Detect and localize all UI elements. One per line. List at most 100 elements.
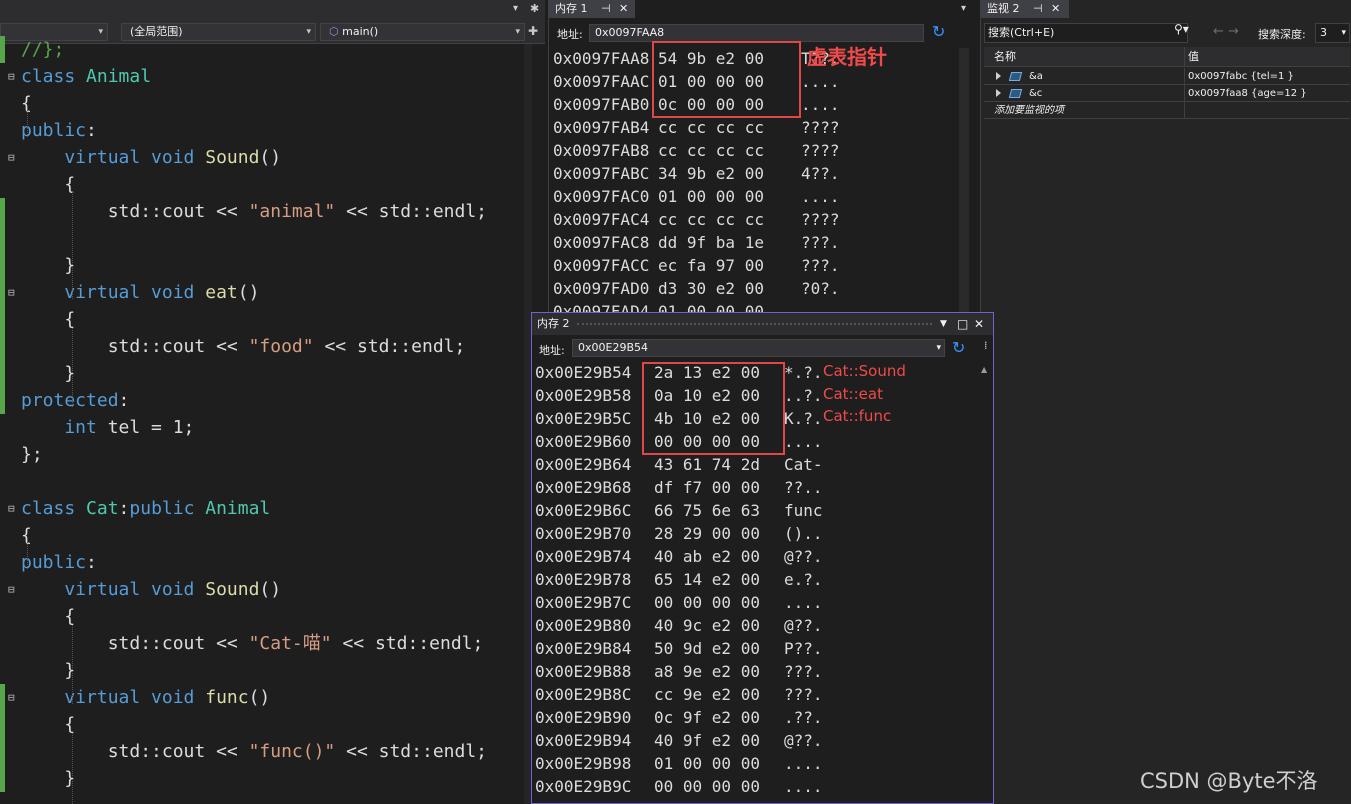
memory-address[interactable]: 0x00E29B60	[535, 430, 631, 453]
more-icon[interactable]: ⁞	[984, 339, 988, 352]
memory-hex-bytes[interactable]: ec fa 97 00	[658, 254, 764, 277]
code-line[interactable]	[21, 468, 545, 495]
memory-hex-bytes[interactable]: 34 9b e2 00	[658, 162, 764, 185]
fold-toggle-icon[interactable]: ⊟	[8, 70, 15, 83]
memory-address[interactable]: 0x0097FAC4	[553, 208, 649, 231]
memory-hex-bytes[interactable]: d3 30 e2 00	[658, 277, 764, 300]
memory-ascii[interactable]: ....	[784, 430, 823, 453]
fold-toggle-icon[interactable]: ⊟	[8, 583, 15, 596]
watch-tab[interactable]: 监视 2 ⊣ ✕	[981, 0, 1069, 18]
memory-hex-bytes[interactable]: cc 9e e2 00	[654, 683, 760, 706]
memory-address[interactable]: 0x00E29B8C	[535, 683, 631, 706]
memory-address[interactable]: 0x00E29B9C	[535, 775, 631, 798]
memory-hex-bytes[interactable]: 40 ab e2 00	[654, 545, 760, 568]
memory-ascii[interactable]: e.?.	[784, 568, 823, 591]
memory-hex-bytes[interactable]: 40 9c e2 00	[654, 614, 760, 637]
close-icon[interactable]: ✕	[974, 313, 984, 335]
pin-icon[interactable]: ⊣	[1033, 0, 1043, 18]
refresh-icon[interactable]: ↻	[932, 22, 945, 41]
code-line[interactable]: }	[21, 252, 545, 279]
memory2-titlebar[interactable]: 内存 2 ▼ □ ✕	[532, 313, 993, 335]
memory-hex-bytes[interactable]: cc cc cc cc	[658, 139, 764, 162]
memory-hex-bytes[interactable]: 00 00 00 00	[654, 591, 760, 614]
column-separator[interactable]	[1184, 47, 1185, 66]
memory-ascii[interactable]: @??.	[784, 545, 823, 568]
memory-ascii[interactable]: ....	[801, 93, 840, 116]
memory-address[interactable]: 0x0097FAAC	[553, 70, 649, 93]
memory-hex-bytes[interactable]: cc cc cc cc	[658, 116, 764, 139]
dropdown-arrow-icon[interactable]: ▾	[961, 3, 966, 14]
drag-grip[interactable]	[577, 323, 932, 325]
memory-ascii[interactable]: ....	[784, 752, 823, 775]
code-line[interactable]: }	[21, 360, 545, 387]
fold-toggle-icon[interactable]: ⊟	[8, 502, 15, 515]
memory-ascii[interactable]: ???.	[801, 254, 840, 277]
memory-address[interactable]: 0x00E29B5C	[535, 407, 631, 430]
memory-hex-bytes[interactable]: df f7 00 00	[654, 476, 760, 499]
code-line[interactable]: {	[21, 171, 545, 198]
pin-icon[interactable]: ⊣	[601, 0, 611, 18]
navigate-arrows-icon[interactable]: ← →	[1213, 24, 1239, 39]
code-line[interactable]: {	[21, 522, 545, 549]
memory-ascii[interactable]: .??.	[784, 706, 823, 729]
memory-ascii[interactable]: ????	[801, 116, 840, 139]
fold-toggle-icon[interactable]: ⊟	[8, 691, 15, 704]
memory-ascii[interactable]: ???.	[784, 683, 823, 706]
memory-ascii[interactable]: ..?.	[784, 384, 823, 407]
code-line[interactable]: }	[21, 657, 545, 684]
memory-address[interactable]: 0x0097FAD0	[553, 277, 649, 300]
memory-hex-bytes[interactable]: 50 9d e2 00	[654, 637, 760, 660]
memory-hex-bytes[interactable]: 00 00 00 00	[654, 775, 760, 798]
memory-hex-bytes[interactable]: 0c 9f e2 00	[654, 706, 760, 729]
code-line[interactable]: };	[21, 441, 545, 468]
memory-address[interactable]: 0x0097FAB4	[553, 116, 649, 139]
memory-address[interactable]: 0x00E29B74	[535, 545, 631, 568]
memory-hex-bytes[interactable]: 01 00 00 00	[658, 185, 764, 208]
memory-address[interactable]: 0x00E29B90	[535, 706, 631, 729]
expand-arrow-icon[interactable]	[996, 68, 1009, 85]
search-depth-select[interactable]: 3 ▾	[1315, 23, 1350, 43]
memory-address[interactable]: 0x00E29B98	[535, 752, 631, 775]
memory-hex-bytes[interactable]: 65 14 e2 00	[654, 568, 760, 591]
close-icon[interactable]: ✕	[619, 0, 628, 18]
gear-icon[interactable]: ✱	[530, 2, 539, 15]
memory-ascii[interactable]: K.?.	[784, 407, 823, 430]
memory-address[interactable]: 0x00E29B54	[535, 361, 631, 384]
code-line[interactable]: //};	[21, 36, 545, 63]
close-icon[interactable]: ✕	[1051, 0, 1060, 18]
memory-hex-bytes[interactable]: dd 9f ba 1e	[658, 231, 764, 254]
code-line[interactable]: virtual void Sound()	[21, 576, 545, 603]
memory-ascii[interactable]: ?0?.	[801, 277, 840, 300]
memory-address[interactable]: 0x00E29B64	[535, 453, 631, 476]
code-line[interactable]: class Animal	[21, 63, 545, 90]
code-editor[interactable]: ▾ ✱ ▾ (全局范围) ▾ ⬡ main() ▾ ✚ //}; class An…	[0, 0, 545, 804]
memory-address[interactable]: 0x0097FAC0	[553, 185, 649, 208]
memory-address[interactable]: 0x00E29B94	[535, 729, 631, 752]
memory-ascii[interactable]: 4??.	[801, 162, 840, 185]
memory-hex-bytes[interactable]: 01 00 00 00	[654, 798, 760, 803]
code-line[interactable]: {	[21, 90, 545, 117]
code-line[interactable]: virtual void eat()	[21, 279, 545, 306]
memory-address[interactable]: 0x00E29B7C	[535, 591, 631, 614]
memory-ascii[interactable]: ???.	[784, 660, 823, 683]
memory-hex-bytes[interactable]: 40 9f e2 00	[654, 729, 760, 752]
fold-toggle-icon[interactable]: ⊟	[8, 151, 15, 164]
watch-row[interactable]: &c 0x0097faa8 {age=12 }	[984, 85, 1350, 102]
memory-ascii[interactable]: func	[784, 499, 823, 522]
memory2-address-input[interactable]: 0x00E29B54 ▾	[572, 339, 945, 357]
add-watch-row[interactable]: 添加要监视的项	[984, 102, 1350, 119]
code-line[interactable]: class Cat:public Animal	[21, 495, 545, 522]
memory-address[interactable]: 0x0097FACC	[553, 254, 649, 277]
memory-ascii[interactable]: @??.	[784, 614, 823, 637]
code-line[interactable]: }	[21, 765, 545, 792]
code-line[interactable]: {	[21, 711, 545, 738]
memory-ascii[interactable]: ....	[784, 775, 823, 798]
memory-ascii[interactable]: ....	[801, 70, 840, 93]
code-line[interactable]: protected:	[21, 387, 545, 414]
memory1-address-input[interactable]: 0x0097FAA8	[589, 24, 924, 42]
memory-hex-bytes[interactable]: 66 75 6e 63	[654, 499, 760, 522]
memory-address[interactable]: 0x00E29B84	[535, 637, 631, 660]
memory1-tab[interactable]: 内存 1 ⊣ ✕	[549, 0, 635, 18]
code-line[interactable]: virtual void func()	[21, 684, 545, 711]
memory-ascii[interactable]: *.?.	[784, 361, 823, 384]
